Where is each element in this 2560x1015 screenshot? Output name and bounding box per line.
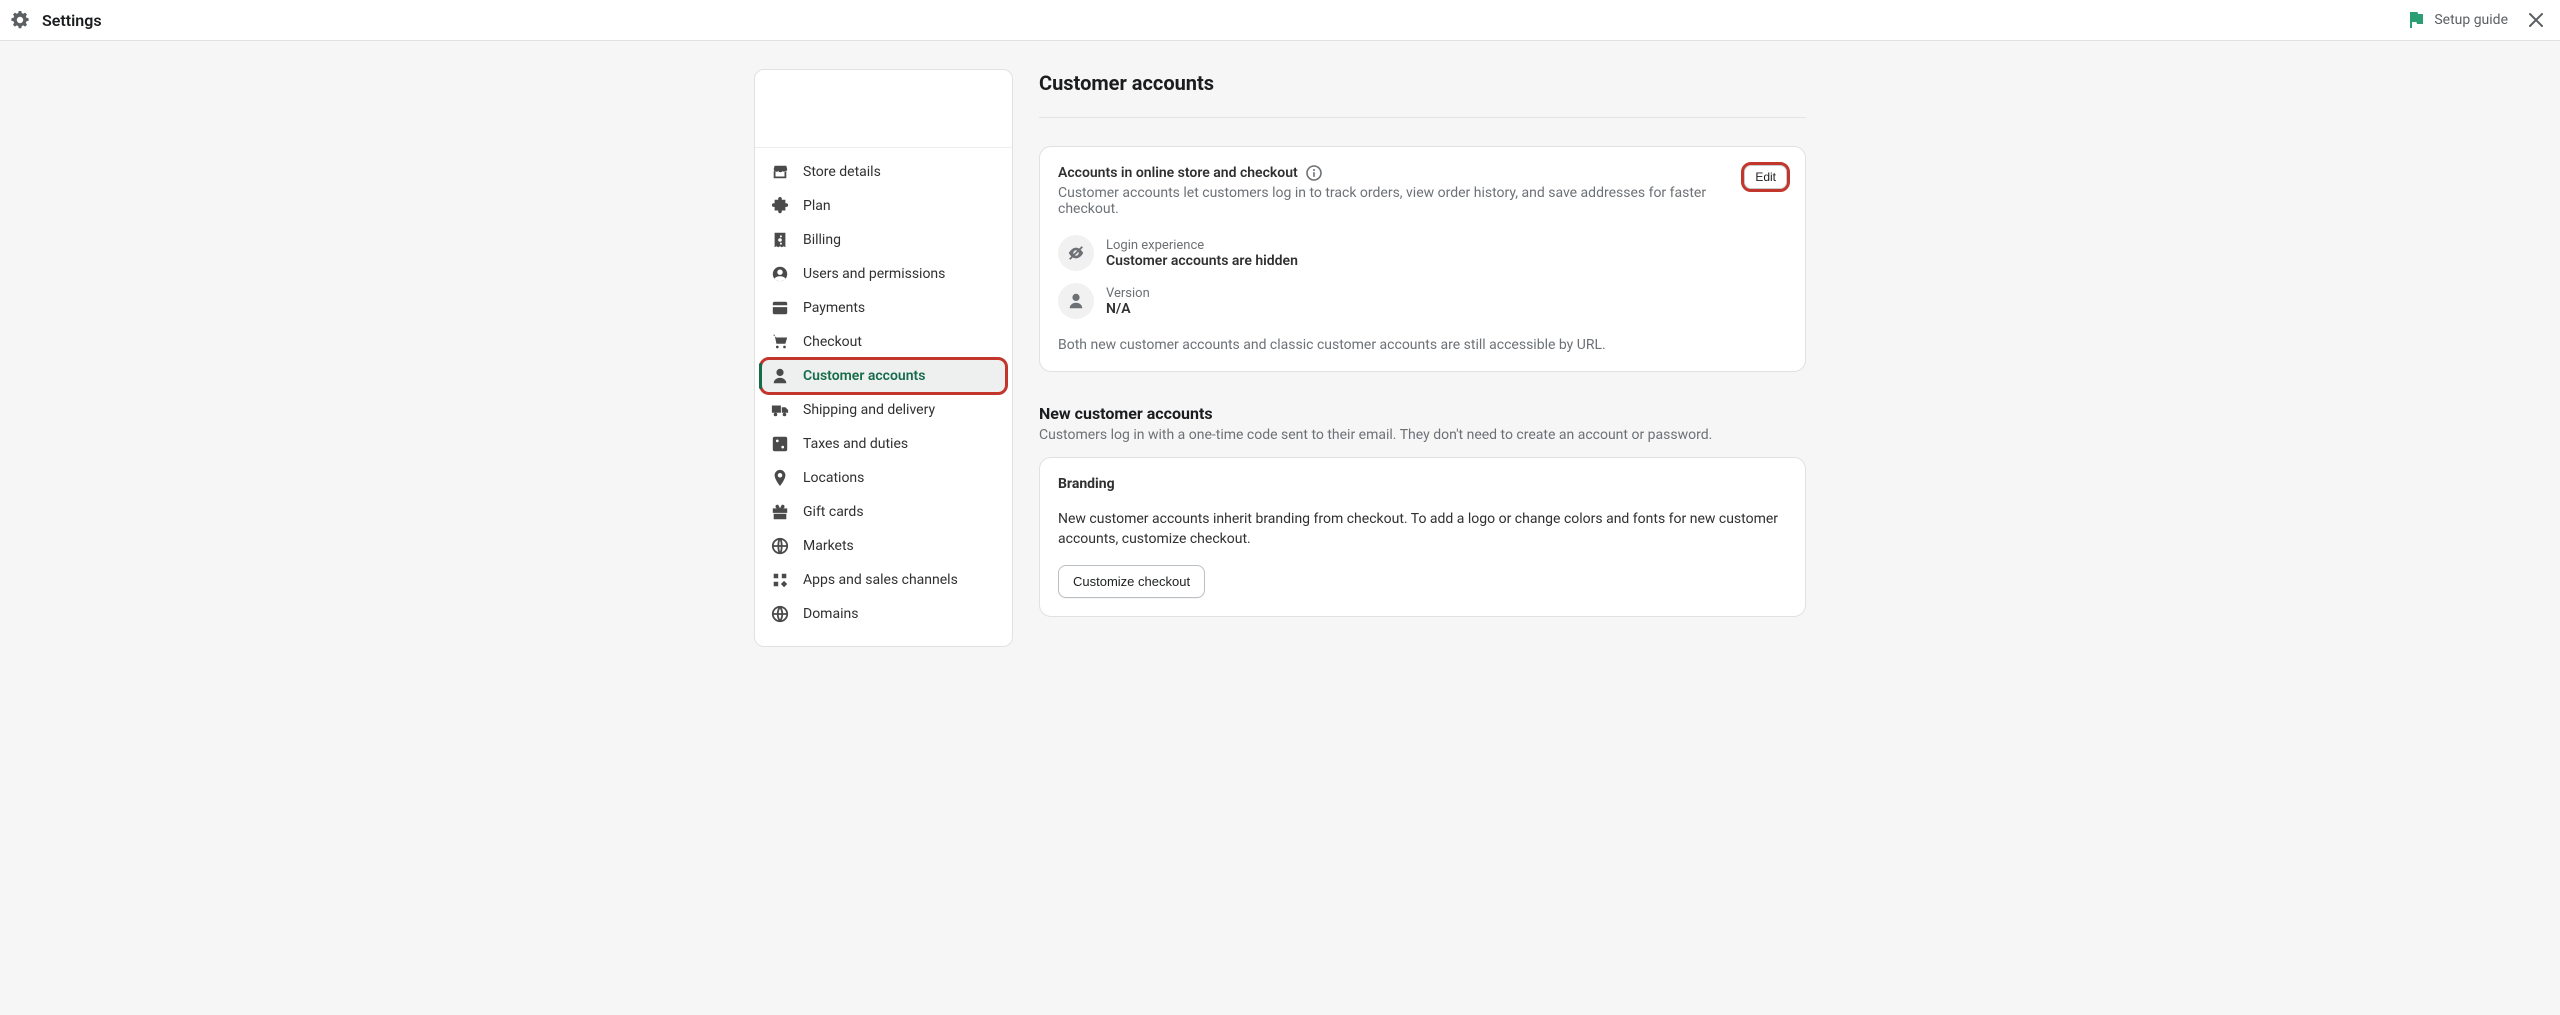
sidebar-item-taxes-and-duties[interactable]: Taxes and duties (761, 427, 1006, 461)
store-icon (771, 163, 789, 181)
accounts-card-footnote: Both new customer accounts and classic c… (1058, 337, 1787, 353)
sidebar-item-plan[interactable]: Plan (761, 189, 1006, 223)
accounts-card-title: Accounts in online store and checkout (1058, 165, 1298, 181)
domain-icon (771, 605, 789, 623)
sidebar-item-markets[interactable]: Markets (761, 529, 1006, 563)
sidebar-item-label: Billing (803, 232, 841, 248)
branding-title: Branding (1058, 476, 1787, 492)
sidebar-item-label: Locations (803, 470, 864, 486)
version-row: Version N/A (1058, 283, 1787, 319)
sidebar-item-label: Store details (803, 164, 881, 180)
settings-header: Settings Setup guide (0, 0, 2560, 41)
login-experience-label: Login experience (1106, 238, 1298, 253)
sidebar-item-apps-and-sales-channels[interactable]: Apps and sales channels (761, 563, 1006, 597)
header-title: Settings (42, 11, 102, 30)
gift-icon (771, 503, 789, 521)
sidebar-item-domains[interactable]: Domains (761, 597, 1006, 631)
customize-checkout-button[interactable]: Customize checkout (1058, 565, 1205, 598)
new-accounts-section: New customer accounts Customers log in w… (1039, 404, 1806, 443)
puzzle-icon (771, 197, 789, 215)
sidebar-item-label: Gift cards (803, 504, 864, 520)
sidebar-item-label: Shipping and delivery (803, 402, 935, 418)
sidebar-item-label: Apps and sales channels (803, 572, 958, 588)
page-title: Customer accounts (1039, 69, 1806, 118)
login-experience-row: Login experience Customer accounts are h… (1058, 235, 1787, 271)
person-icon (1058, 283, 1094, 319)
sidebar-item-checkout[interactable]: Checkout (761, 325, 1006, 359)
receipt-icon (771, 231, 789, 249)
sidebar-item-label: Users and permissions (803, 266, 945, 282)
sidebar-item-label: Domains (803, 606, 858, 622)
cart-icon (771, 333, 789, 351)
sidebar-item-label: Taxes and duties (803, 436, 908, 452)
new-accounts-subtitle: Customers log in with a one-time code se… (1039, 427, 1806, 443)
sidebar-item-label: Customer accounts (803, 368, 925, 384)
sidebar-item-gift-cards[interactable]: Gift cards (761, 495, 1006, 529)
sidebar-item-billing[interactable]: Billing (761, 223, 1006, 257)
sidebar-item-label: Payments (803, 300, 865, 316)
edit-button[interactable]: Edit (1744, 165, 1787, 189)
person-icon (771, 367, 789, 385)
branding-body: New customer accounts inherit branding f… (1058, 510, 1787, 549)
card-icon (771, 299, 789, 317)
sidebar-item-customer-accounts[interactable]: Customer accounts (761, 359, 1006, 393)
new-accounts-title: New customer accounts (1039, 404, 1806, 423)
sidebar-item-label: Markets (803, 538, 854, 554)
accounts-card-subtitle: Customer accounts let customers log in t… (1058, 185, 1732, 217)
branding-card: Branding New customer accounts inherit b… (1039, 457, 1806, 617)
version-label: Version (1106, 286, 1150, 301)
pin-icon (771, 469, 789, 487)
sidebar-item-locations[interactable]: Locations (761, 461, 1006, 495)
sidebar-item-store-details[interactable]: Store details (761, 155, 1006, 189)
close-icon[interactable] (2526, 10, 2546, 30)
sidebar-item-label: Checkout (803, 334, 862, 350)
sidebar-item-label: Plan (803, 198, 831, 214)
sidebar-item-payments[interactable]: Payments (761, 291, 1006, 325)
flag-icon (2406, 10, 2426, 30)
setup-guide-label: Setup guide (2434, 12, 2508, 28)
globe-icon (771, 537, 789, 555)
settings-sidebar: Store details Plan Billing Users and permis… (754, 69, 1013, 647)
sidebar-item-shipping-and-delivery[interactable]: Shipping and delivery (761, 393, 1006, 427)
eye-off-icon (1058, 235, 1094, 271)
sidebar-store-tile (755, 70, 1012, 148)
info-icon[interactable] (1306, 165, 1322, 181)
version-value: N/A (1106, 301, 1150, 317)
user-circle-icon (771, 265, 789, 283)
percent-icon (771, 435, 789, 453)
setup-guide-link[interactable]: Setup guide (2406, 10, 2508, 30)
gear-icon (10, 10, 30, 30)
sidebar-item-users-and-permissions[interactable]: Users and permissions (761, 257, 1006, 291)
apps-icon (771, 571, 789, 589)
accounts-card: Accounts in online store and checkout Cu… (1039, 146, 1806, 372)
login-experience-value: Customer accounts are hidden (1106, 253, 1298, 269)
truck-icon (771, 401, 789, 419)
